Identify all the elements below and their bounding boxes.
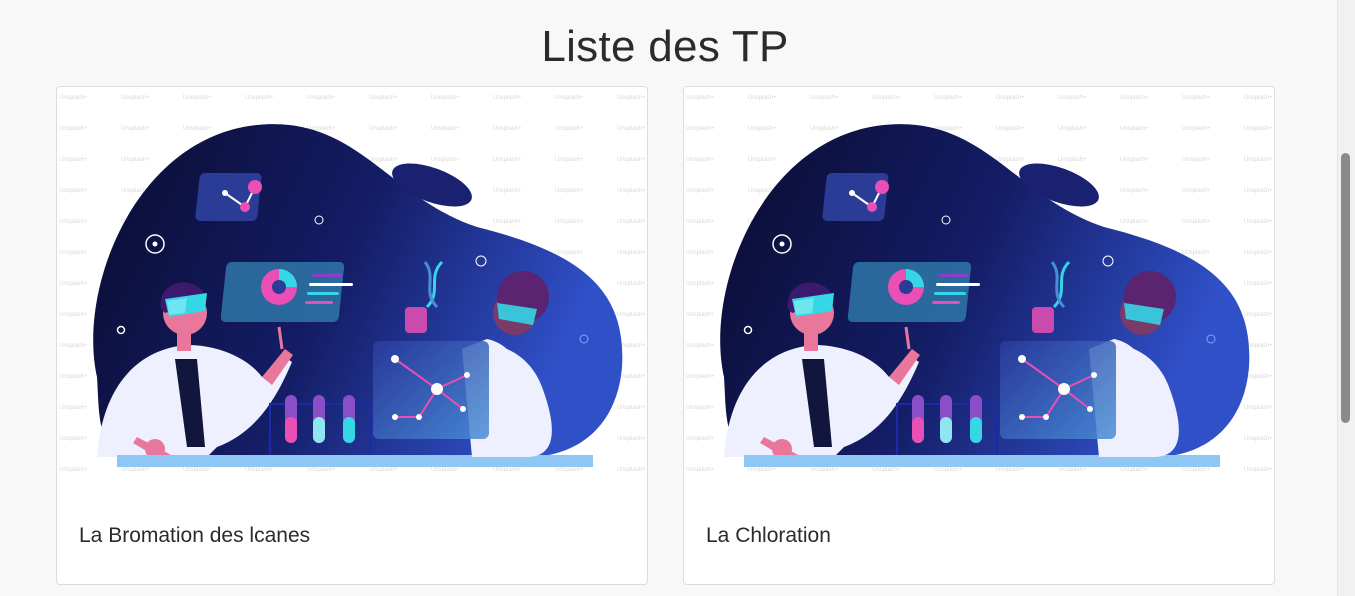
science-lab-illustration-icon: Unsplash+ bbox=[684, 87, 1274, 497]
page-title: Liste des TP bbox=[541, 22, 789, 71]
scrollbar-thumb[interactable] bbox=[1341, 153, 1350, 423]
page: Liste des TP Unsplash+ bbox=[0, 0, 1355, 596]
card-title[interactable]: La Bromation des lcanes bbox=[79, 524, 310, 548]
science-lab-illustration-icon: Unsplash+ bbox=[57, 87, 647, 497]
card-title[interactable]: La Chloration bbox=[706, 524, 831, 548]
tp-card[interactable]: Unsplash+ bbox=[683, 86, 1275, 585]
vertical-scrollbar[interactable] bbox=[1337, 0, 1355, 596]
tp-card[interactable]: Unsplash+ bbox=[56, 86, 648, 585]
